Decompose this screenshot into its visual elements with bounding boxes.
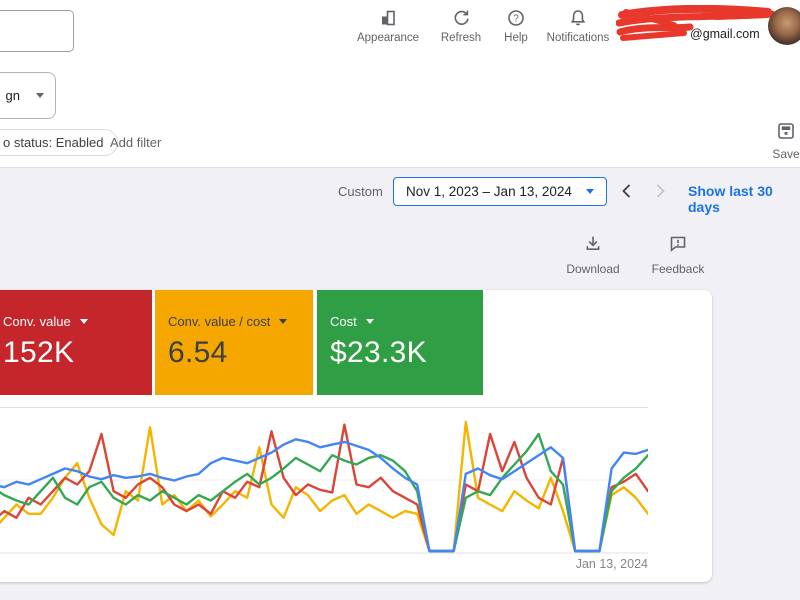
download-icon [583, 241, 603, 258]
help-icon: ? [486, 8, 546, 30]
scorecard[interactable]: Conv. value / cost 6.54 [155, 290, 313, 395]
cards-divider [0, 407, 648, 408]
feedback-icon [668, 241, 688, 258]
save-label: Save [766, 147, 800, 161]
save-icon [776, 128, 796, 145]
previous-period-button[interactable] [620, 183, 634, 199]
scorecard-value: $23.3K [330, 336, 483, 370]
trend-chart-svg [0, 413, 648, 555]
save-button[interactable]: Save [766, 121, 800, 161]
download-button[interactable]: Download [560, 234, 626, 276]
scorecard[interactable]: Cost $23.3K [317, 290, 483, 395]
scorecard-label: Conv. value [3, 314, 71, 329]
scorecard[interactable]: Conv. value 152K [0, 290, 152, 395]
chart-line-cost [0, 434, 648, 551]
scorecard-label: Conv. value / cost [168, 314, 270, 329]
chart-end-date-label: Jan 13, 2024 [420, 557, 648, 571]
chart-line-conv-value-cost [0, 422, 648, 551]
show-last-30-days-link[interactable]: Show last 30 days [688, 183, 800, 215]
account-avatar[interactable] [768, 7, 800, 45]
appearance-button[interactable]: Appearance [353, 8, 423, 44]
chart-line-conv-value [0, 425, 648, 551]
scope-dropdown[interactable]: gn [0, 72, 56, 119]
date-range-value: Nov 1, 2023 – Jan 13, 2024 [406, 184, 572, 199]
add-filter-button[interactable]: Add filter [110, 135, 161, 150]
scope-dropdown-text: gn [6, 88, 20, 103]
search-input[interactable] [0, 10, 74, 52]
download-label: Download [560, 262, 626, 276]
metric-dropdown-caret-icon[interactable] [366, 319, 374, 324]
notifications-label: Notifications [538, 32, 618, 44]
status-filter-chip[interactable]: o status: Enabled [0, 129, 118, 156]
metric-dropdown-caret-icon[interactable] [80, 319, 88, 324]
appearance-icon [353, 8, 423, 30]
metric-dropdown-caret-icon[interactable] [279, 319, 287, 324]
account-email: @gmail.com [690, 27, 760, 41]
help-label: Help [486, 32, 546, 44]
chevron-down-icon [586, 189, 594, 194]
chart-panel: Conv. value 152K Conv. value / cost 6.54… [0, 290, 712, 582]
notifications-button[interactable]: Notifications [538, 8, 618, 44]
chart-line-unlabeled-blue [0, 439, 648, 551]
chevron-down-icon [36, 93, 44, 98]
feedback-button[interactable]: Feedback [645, 234, 711, 276]
date-mode-label: Custom [338, 184, 383, 199]
scorecard-value: 6.54 [168, 336, 313, 370]
feedback-label: Feedback [645, 262, 711, 276]
appearance-label: Appearance [353, 32, 423, 44]
help-button[interactable]: ? Help [486, 8, 546, 44]
date-range-picker[interactable]: Nov 1, 2023 – Jan 13, 2024 [393, 177, 607, 206]
next-period-button[interactable] [653, 183, 667, 199]
scorecard-label: Cost [330, 314, 357, 329]
svg-text:?: ? [513, 14, 519, 25]
notifications-bell-icon [538, 8, 618, 30]
scorecard-value: 152K [3, 336, 152, 370]
